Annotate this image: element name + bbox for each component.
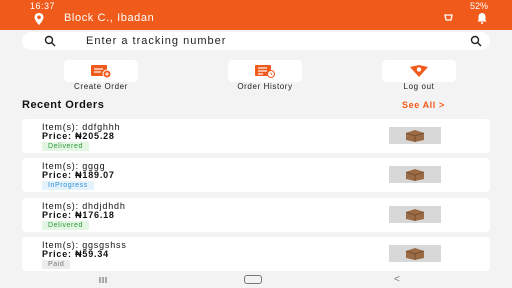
package-box-icon [405, 169, 425, 181]
order-history-tile[interactable] [228, 60, 302, 82]
current-location[interactable]: Block C., Ibadan [64, 12, 154, 24]
search-submit-icon[interactable] [470, 35, 482, 47]
package-thumbnail [389, 166, 441, 183]
recent-apps-icon[interactable] [98, 276, 108, 284]
tracking-search-bar [22, 32, 490, 50]
order-history-label: Order History [237, 82, 293, 91]
home-icon[interactable] [244, 275, 262, 284]
order-card[interactable]: Item(s): dhdjdhdh Price: ₦176.18 Deliver… [22, 198, 490, 232]
status-badge: Delivered [42, 142, 89, 151]
create-order-label: Create Order [74, 82, 128, 91]
order-price: Price: ₦176.18 [42, 210, 115, 220]
create-order-icon [91, 65, 112, 79]
status-badge: Paid [42, 260, 71, 269]
create-order-tile[interactable] [64, 60, 138, 82]
order-card[interactable]: Item(s): ddfghhh Price: ₦205.28 Delivere… [22, 119, 490, 153]
order-price: Price: ₦189.07 [42, 170, 115, 180]
logout-tile[interactable] [382, 60, 456, 82]
logout-icon [410, 65, 428, 77]
app-header: 16:37 52% Block C., Ibadan [0, 0, 512, 30]
see-all-link[interactable]: See All > [402, 100, 445, 110]
recent-orders-title: Recent Orders [22, 99, 105, 111]
tracking-number-input[interactable] [86, 33, 446, 49]
system-nav-bar: < [0, 272, 512, 288]
status-badge: InProgress [42, 181, 94, 190]
order-history-button[interactable]: Order History [228, 60, 302, 96]
create-order-button[interactable]: Create Order [64, 60, 138, 96]
status-badge: Delivered [42, 221, 89, 230]
location-pin-icon [34, 13, 44, 25]
search-icon[interactable] [44, 35, 56, 47]
cart-icon[interactable] [444, 13, 454, 23]
order-card[interactable]: Item(s): gggg Price: ₦189.07 InProgress [22, 158, 490, 192]
order-price: Price: ₦205.28 [42, 131, 115, 141]
logout-button[interactable]: Log out [382, 60, 456, 96]
order-price: Price: ₦59.34 [42, 249, 109, 259]
package-box-icon [405, 248, 425, 260]
package-thumbnail [389, 245, 441, 262]
order-card[interactable]: Item(s): ggsgshss Price: ₦59.34 Paid [22, 237, 490, 271]
notification-bell-icon[interactable] [476, 12, 488, 24]
package-box-icon [405, 130, 425, 142]
status-battery: 52% [469, 1, 488, 11]
logout-label: Log out [403, 82, 435, 91]
back-icon[interactable]: < [394, 274, 400, 285]
package-box-icon [405, 209, 425, 221]
package-thumbnail [389, 127, 441, 144]
status-time: 16:37 [30, 1, 56, 11]
package-thumbnail [389, 206, 441, 223]
order-history-icon [255, 65, 275, 78]
